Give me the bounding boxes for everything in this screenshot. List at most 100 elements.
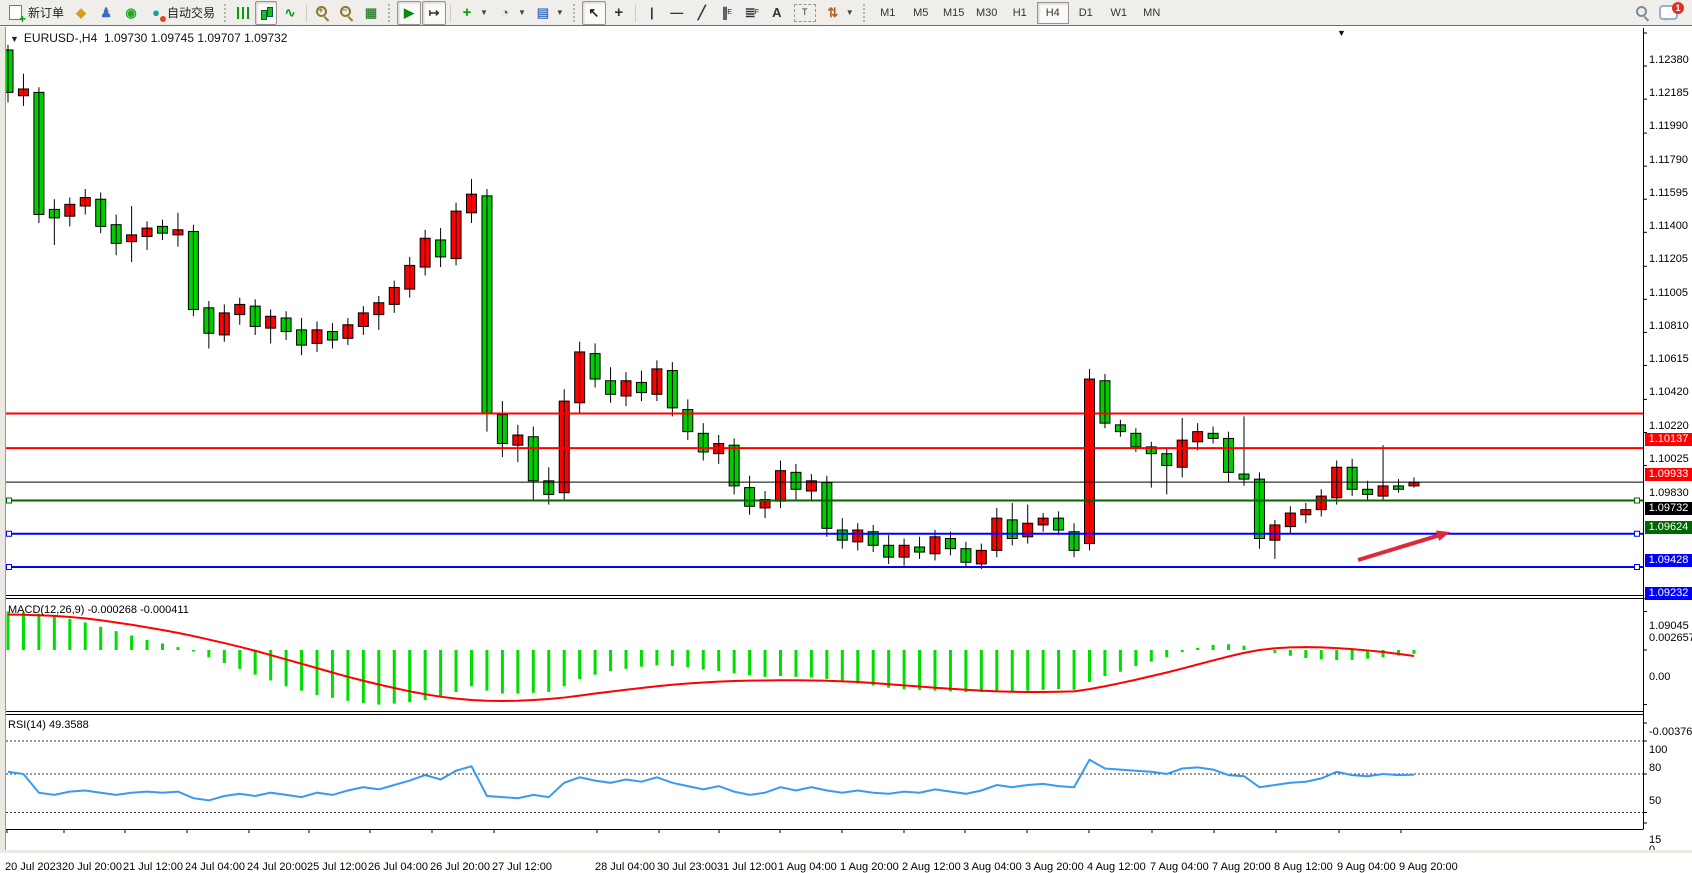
toolbar-separator [306, 4, 307, 22]
support-line-blue-1-handle[interactable] [1635, 531, 1640, 536]
time-axis-label: 26 Jul 20:00 [430, 861, 490, 873]
timeframe-button-m1[interactable]: M1 [872, 2, 904, 24]
chart-shift-marker-icon: ▼ [1337, 28, 1346, 38]
price-axis-label: 1.11595 [1649, 187, 1688, 199]
chat-button[interactable]: 1 [1655, 1, 1688, 25]
indicators-icon: + [459, 5, 475, 21]
price-axis-label: 1.09830 [1649, 487, 1689, 499]
fibonacci-icon: ≣F [744, 5, 760, 21]
support-line-green-handle[interactable] [1635, 498, 1640, 503]
timeframe-button-w1[interactable]: W1 [1103, 2, 1135, 24]
price-axis-label: 1.11790 [1649, 154, 1688, 166]
price-axis-label: 1.11005 [1649, 287, 1688, 299]
cursor-button[interactable]: ↖ [582, 1, 606, 25]
text-label-icon: T [794, 4, 816, 22]
candlestick-chart-icon [259, 6, 273, 20]
tile-windows-button[interactable]: ▦ [359, 1, 383, 25]
rsi-axis-label: 80 [1649, 762, 1661, 774]
toolbar-separator [450, 4, 451, 22]
vertical-line-button[interactable]: | [640, 1, 664, 25]
rsi-line [8, 760, 1414, 801]
time-axis-label: 8 Aug 12:00 [1274, 861, 1333, 873]
text-label-button[interactable]: T [790, 1, 820, 25]
support-line-blue-2-handle[interactable] [7, 564, 12, 569]
auto-scroll-icon: ▶ [401, 5, 417, 21]
candlestick-series [3, 50, 1419, 564]
auto-scroll-button[interactable]: ▶ [397, 1, 421, 25]
profiles-button[interactable]: ◆ [69, 1, 93, 25]
templates-icon: ▤ [535, 5, 551, 21]
macd-axis-label: 0.002657 [1649, 632, 1692, 644]
time-axis-label: 21 Jul 12:00 [123, 861, 183, 873]
new-order-button[interactable]: 新订单 [4, 1, 68, 25]
chart-window: ▼EURUSD-,H4 1.09730 1.09745 1.09707 1.09… [0, 27, 1692, 853]
time-axis-label: 7 Aug 20:00 [1212, 861, 1271, 873]
new-order-icon [9, 5, 22, 20]
autotrading-button[interactable]: ●自动交易 [144, 1, 219, 25]
time-axis-label: 9 Aug 20:00 [1399, 861, 1458, 873]
time-axis-label: 7 Aug 04:00 [1150, 861, 1209, 873]
zoom-in-button[interactable]: + [311, 1, 334, 25]
chart-shift-button[interactable]: ↦ [422, 1, 446, 25]
symbol-dropdown-icon[interactable]: ▼ [10, 34, 19, 44]
equidistant-channel-button[interactable]: ∥E [715, 1, 739, 25]
notification-badge: 1 [1672, 2, 1684, 14]
zoom-out-button[interactable]: − [335, 1, 358, 25]
current-price-line-price-label: 1.09732 [1645, 502, 1692, 515]
chart-title-symbol: EURUSD-,H4 [24, 31, 97, 45]
horizontal-line-icon: — [669, 5, 685, 21]
timeframe-button-m30[interactable]: M30 [971, 2, 1003, 24]
navigator-button[interactable]: ◉ [119, 1, 143, 25]
chevron-down-icon: ▼ [846, 8, 854, 17]
price-axis-label: 1.10420 [1649, 386, 1689, 398]
price-axis-label: 1.12185 [1649, 87, 1689, 99]
line-chart-icon: ∿ [282, 5, 298, 21]
timeframe-button-mn[interactable]: MN [1136, 2, 1168, 24]
timeframe-button-h4[interactable]: H4 [1037, 2, 1069, 24]
support-line-blue-2-handle[interactable] [1635, 564, 1640, 569]
toolbar-grip [224, 4, 228, 22]
timeframe-button-m5[interactable]: M5 [905, 2, 937, 24]
indicators-button[interactable]: +▼ [455, 1, 492, 25]
fibonacci-button[interactable]: ≣F [740, 1, 764, 25]
annotation-arrow-line[interactable] [1358, 534, 1442, 560]
equidistant-channel-icon: ∥E [719, 5, 735, 21]
chart-shift-icon: ↦ [426, 5, 442, 21]
autotrading-icon: ● [148, 5, 164, 21]
timeframe-button-d1[interactable]: D1 [1070, 2, 1102, 24]
arrows-button[interactable]: ⇅▼ [821, 1, 858, 25]
search-icon [1635, 5, 1650, 20]
market-watch-button[interactable]: ♟ [94, 1, 118, 25]
text-button[interactable]: A [765, 1, 789, 25]
macd-values: -0.000268 -0.000411 [87, 604, 188, 616]
vertical-line-icon: | [644, 5, 660, 21]
time-axis-label: 9 Aug 04:00 [1337, 861, 1396, 873]
line-chart-button[interactable]: ∿ [278, 1, 302, 25]
window-left-border [0, 27, 6, 853]
trendline-button[interactable]: ╱ [690, 1, 714, 25]
time-axis-label: 25 Jul 12:00 [307, 861, 367, 873]
search-button[interactable] [1631, 1, 1654, 25]
timeframe-button-h1[interactable]: H1 [1004, 2, 1036, 24]
support-line-green-handle[interactable] [7, 498, 12, 503]
rsi-axis-label: 100 [1649, 744, 1667, 756]
crosshair-button[interactable]: + [607, 1, 631, 25]
bar-chart-button[interactable] [233, 1, 254, 25]
support-line-blue-1-handle[interactable] [7, 531, 12, 536]
periods-button[interactable]: ◔▼ [493, 1, 530, 25]
horizontal-line-button[interactable]: — [665, 1, 689, 25]
price-axis-label: 1.09045 [1649, 620, 1689, 632]
macd-axis-label: 0.00 [1649, 671, 1670, 683]
candlestick-chart-button[interactable] [255, 1, 277, 25]
time-axis-label: 4 Aug 12:00 [1087, 861, 1146, 873]
time-axis-label: 1 Aug 20:00 [840, 861, 899, 873]
annotation-arrow-head[interactable] [1436, 531, 1450, 542]
timeframe-button-m15[interactable]: M15 [938, 2, 970, 24]
price-axis-label: 1.11990 [1649, 120, 1688, 132]
time-axis-label: 31 Jul 12:00 [717, 861, 777, 873]
time-axis-label: 24 Jul 20:00 [247, 861, 307, 873]
templates-button[interactable]: ▤▼ [531, 1, 568, 25]
support-line-blue-2-price-label: 1.09232 [1645, 587, 1692, 600]
chevron-down-icon: ▼ [518, 8, 526, 17]
price-chart [0, 27, 1692, 853]
